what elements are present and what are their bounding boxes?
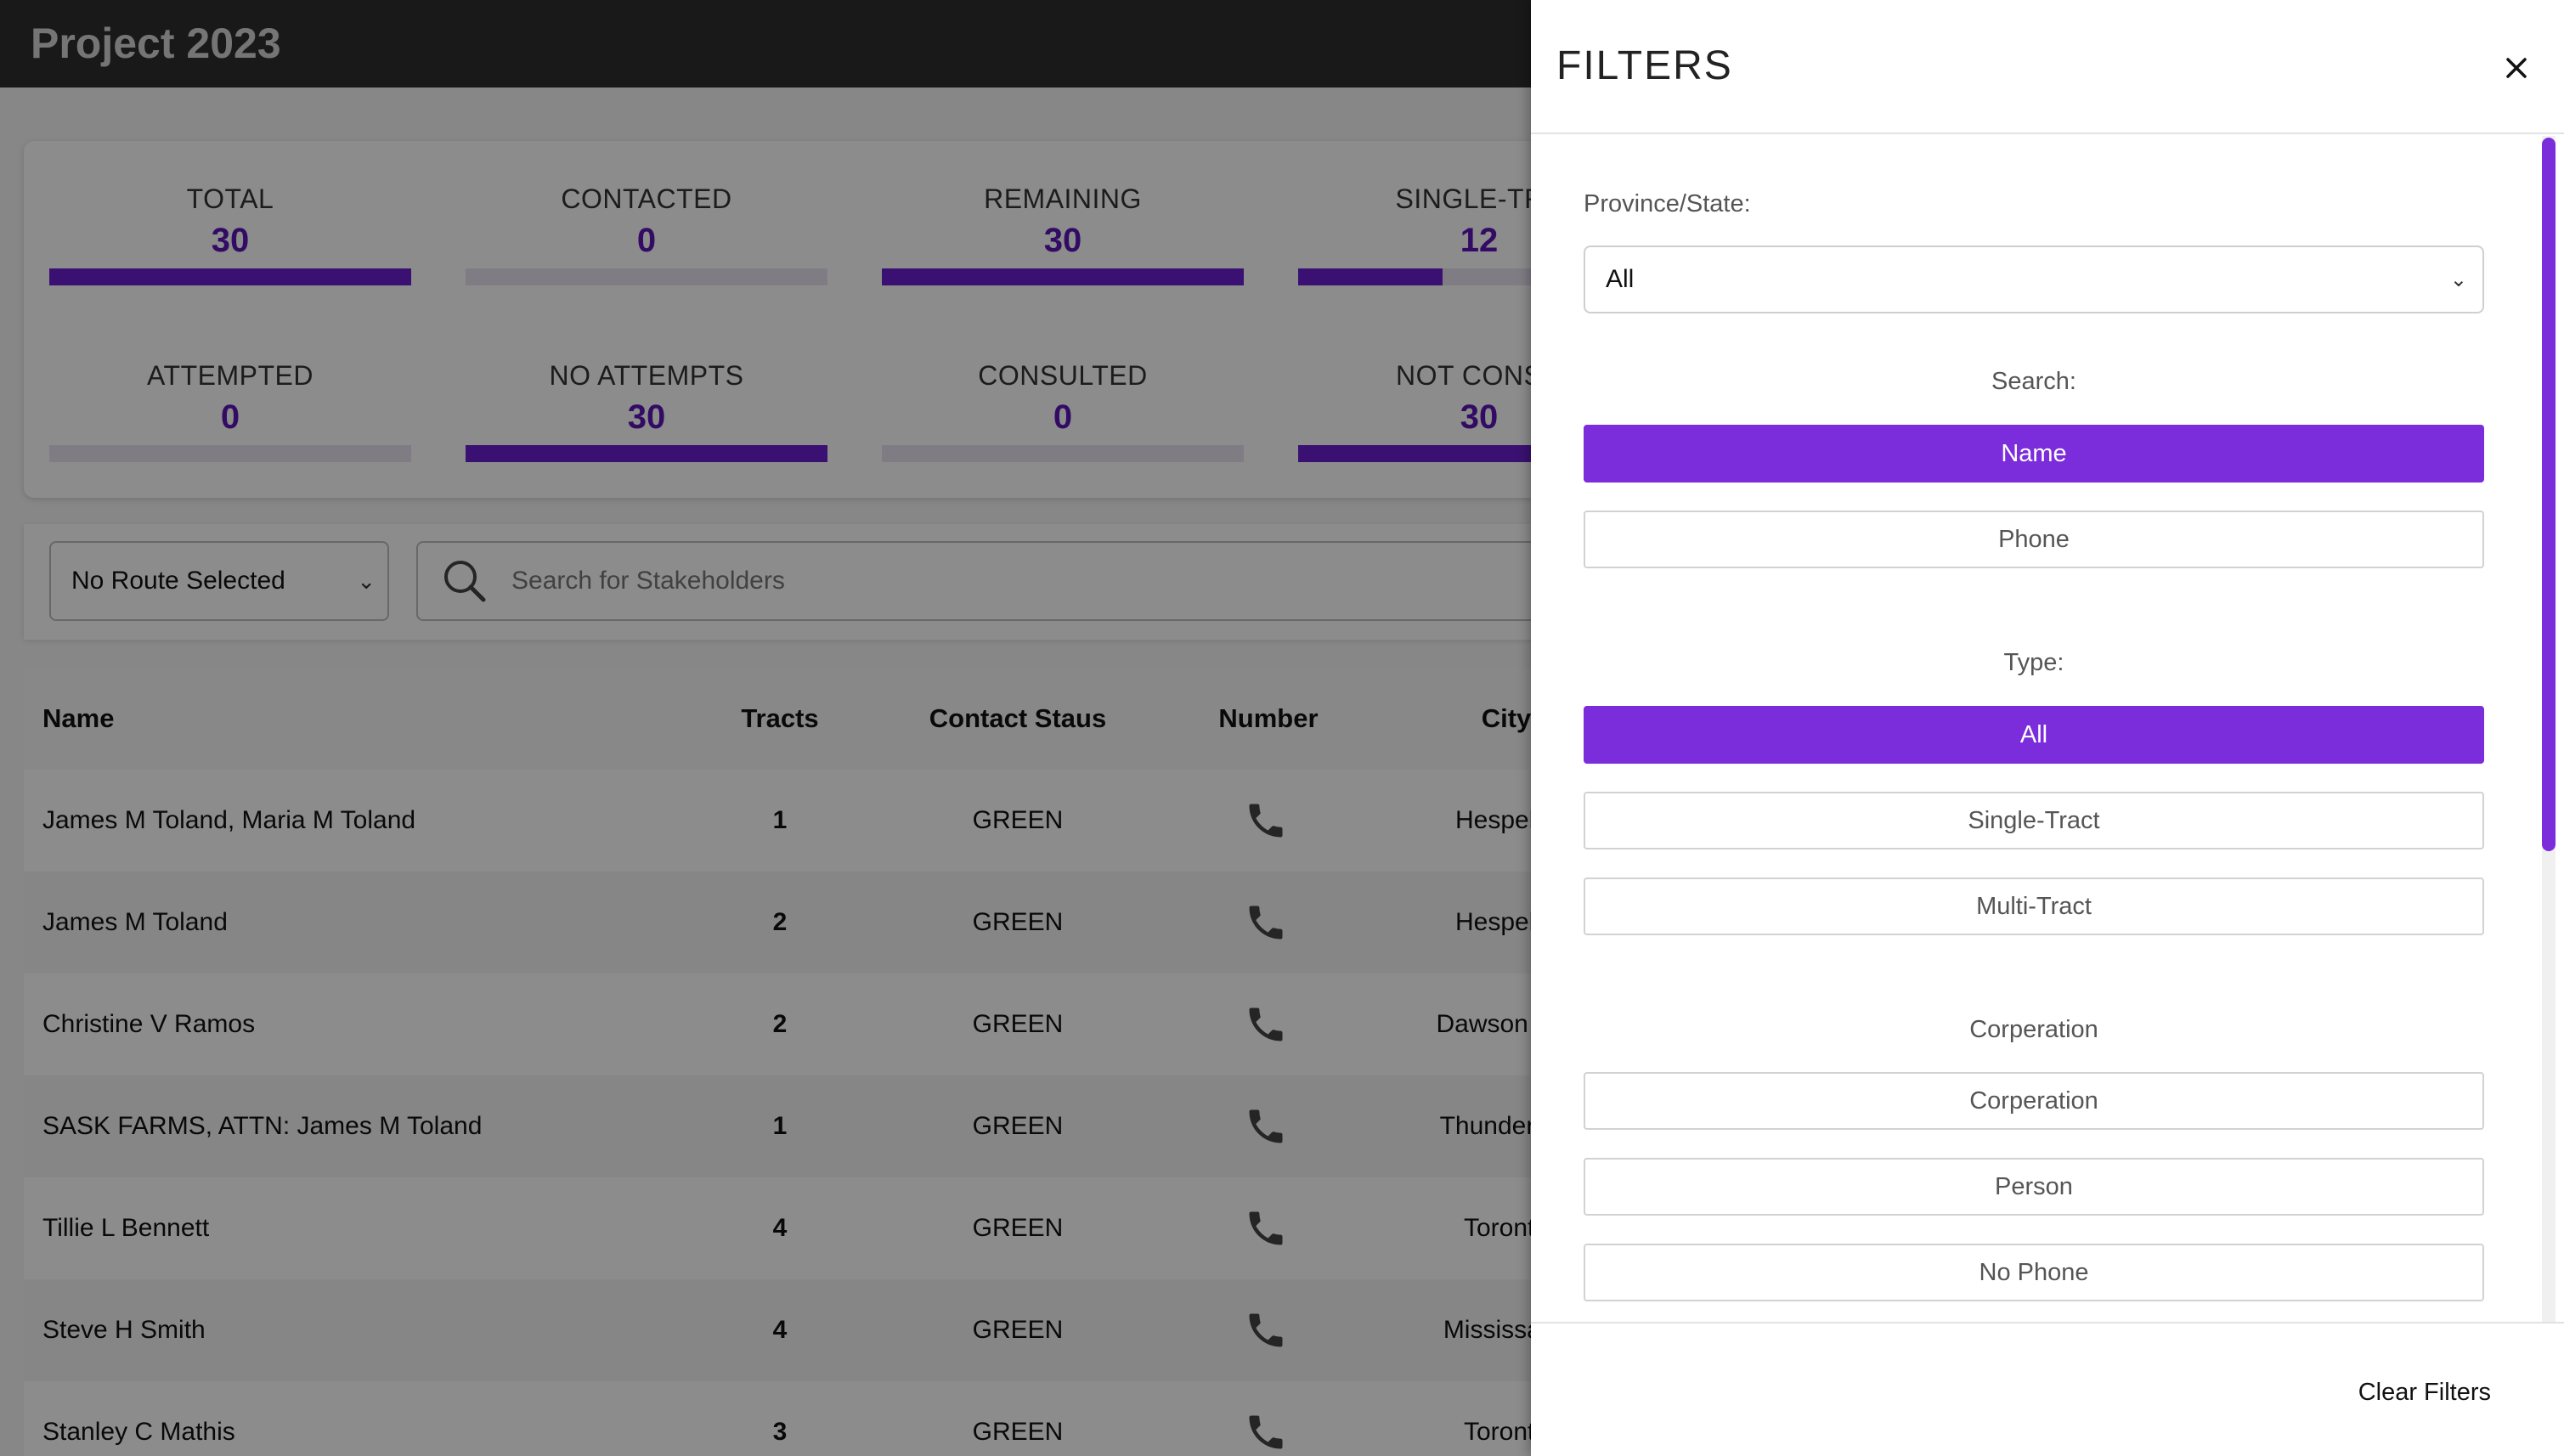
filters-title: FILTERS [1556, 43, 1733, 88]
type-multi-tract-button[interactable]: Multi-Tract [1584, 878, 2484, 935]
close-button[interactable] [2491, 42, 2542, 93]
filters-footer: Clear Filters [1531, 1322, 2564, 1456]
corporation-button[interactable]: Corperation [1584, 1072, 2484, 1130]
filters-panel: FILTERS Province/State: All ⌄ Search: Na… [1531, 0, 2564, 1456]
search-label: Search: [1991, 368, 2076, 395]
filters-header: FILTERS [1531, 0, 2564, 134]
type-all-button[interactable]: All [1584, 706, 2484, 764]
close-icon [2506, 58, 2527, 78]
modal-backdrop[interactable] [0, 0, 1531, 1456]
search-by-phone-button[interactable]: Phone [1584, 511, 2484, 568]
person-button[interactable]: Person [1584, 1158, 2484, 1216]
filters-body: Province/State: All ⌄ Search: Name Phone… [1531, 136, 2564, 1322]
corporation-label: Corperation [1969, 1016, 2098, 1043]
type-single-tract-button[interactable]: Single-Tract [1584, 792, 2484, 849]
no-phone-button[interactable]: No Phone [1584, 1244, 2484, 1301]
search-by-name-button[interactable]: Name [1584, 425, 2484, 483]
province-label: Province/State: [1584, 190, 1751, 217]
type-label: Type: [2003, 649, 2064, 676]
scrollbar-thumb[interactable] [2542, 138, 2556, 851]
province-select-value: All [1606, 265, 1635, 293]
chevron-down-icon: ⌄ [2449, 268, 2467, 291]
province-select[interactable]: All ⌄ [1584, 245, 2484, 313]
clear-filters-button[interactable]: Clear Filters [2358, 1379, 2491, 1407]
